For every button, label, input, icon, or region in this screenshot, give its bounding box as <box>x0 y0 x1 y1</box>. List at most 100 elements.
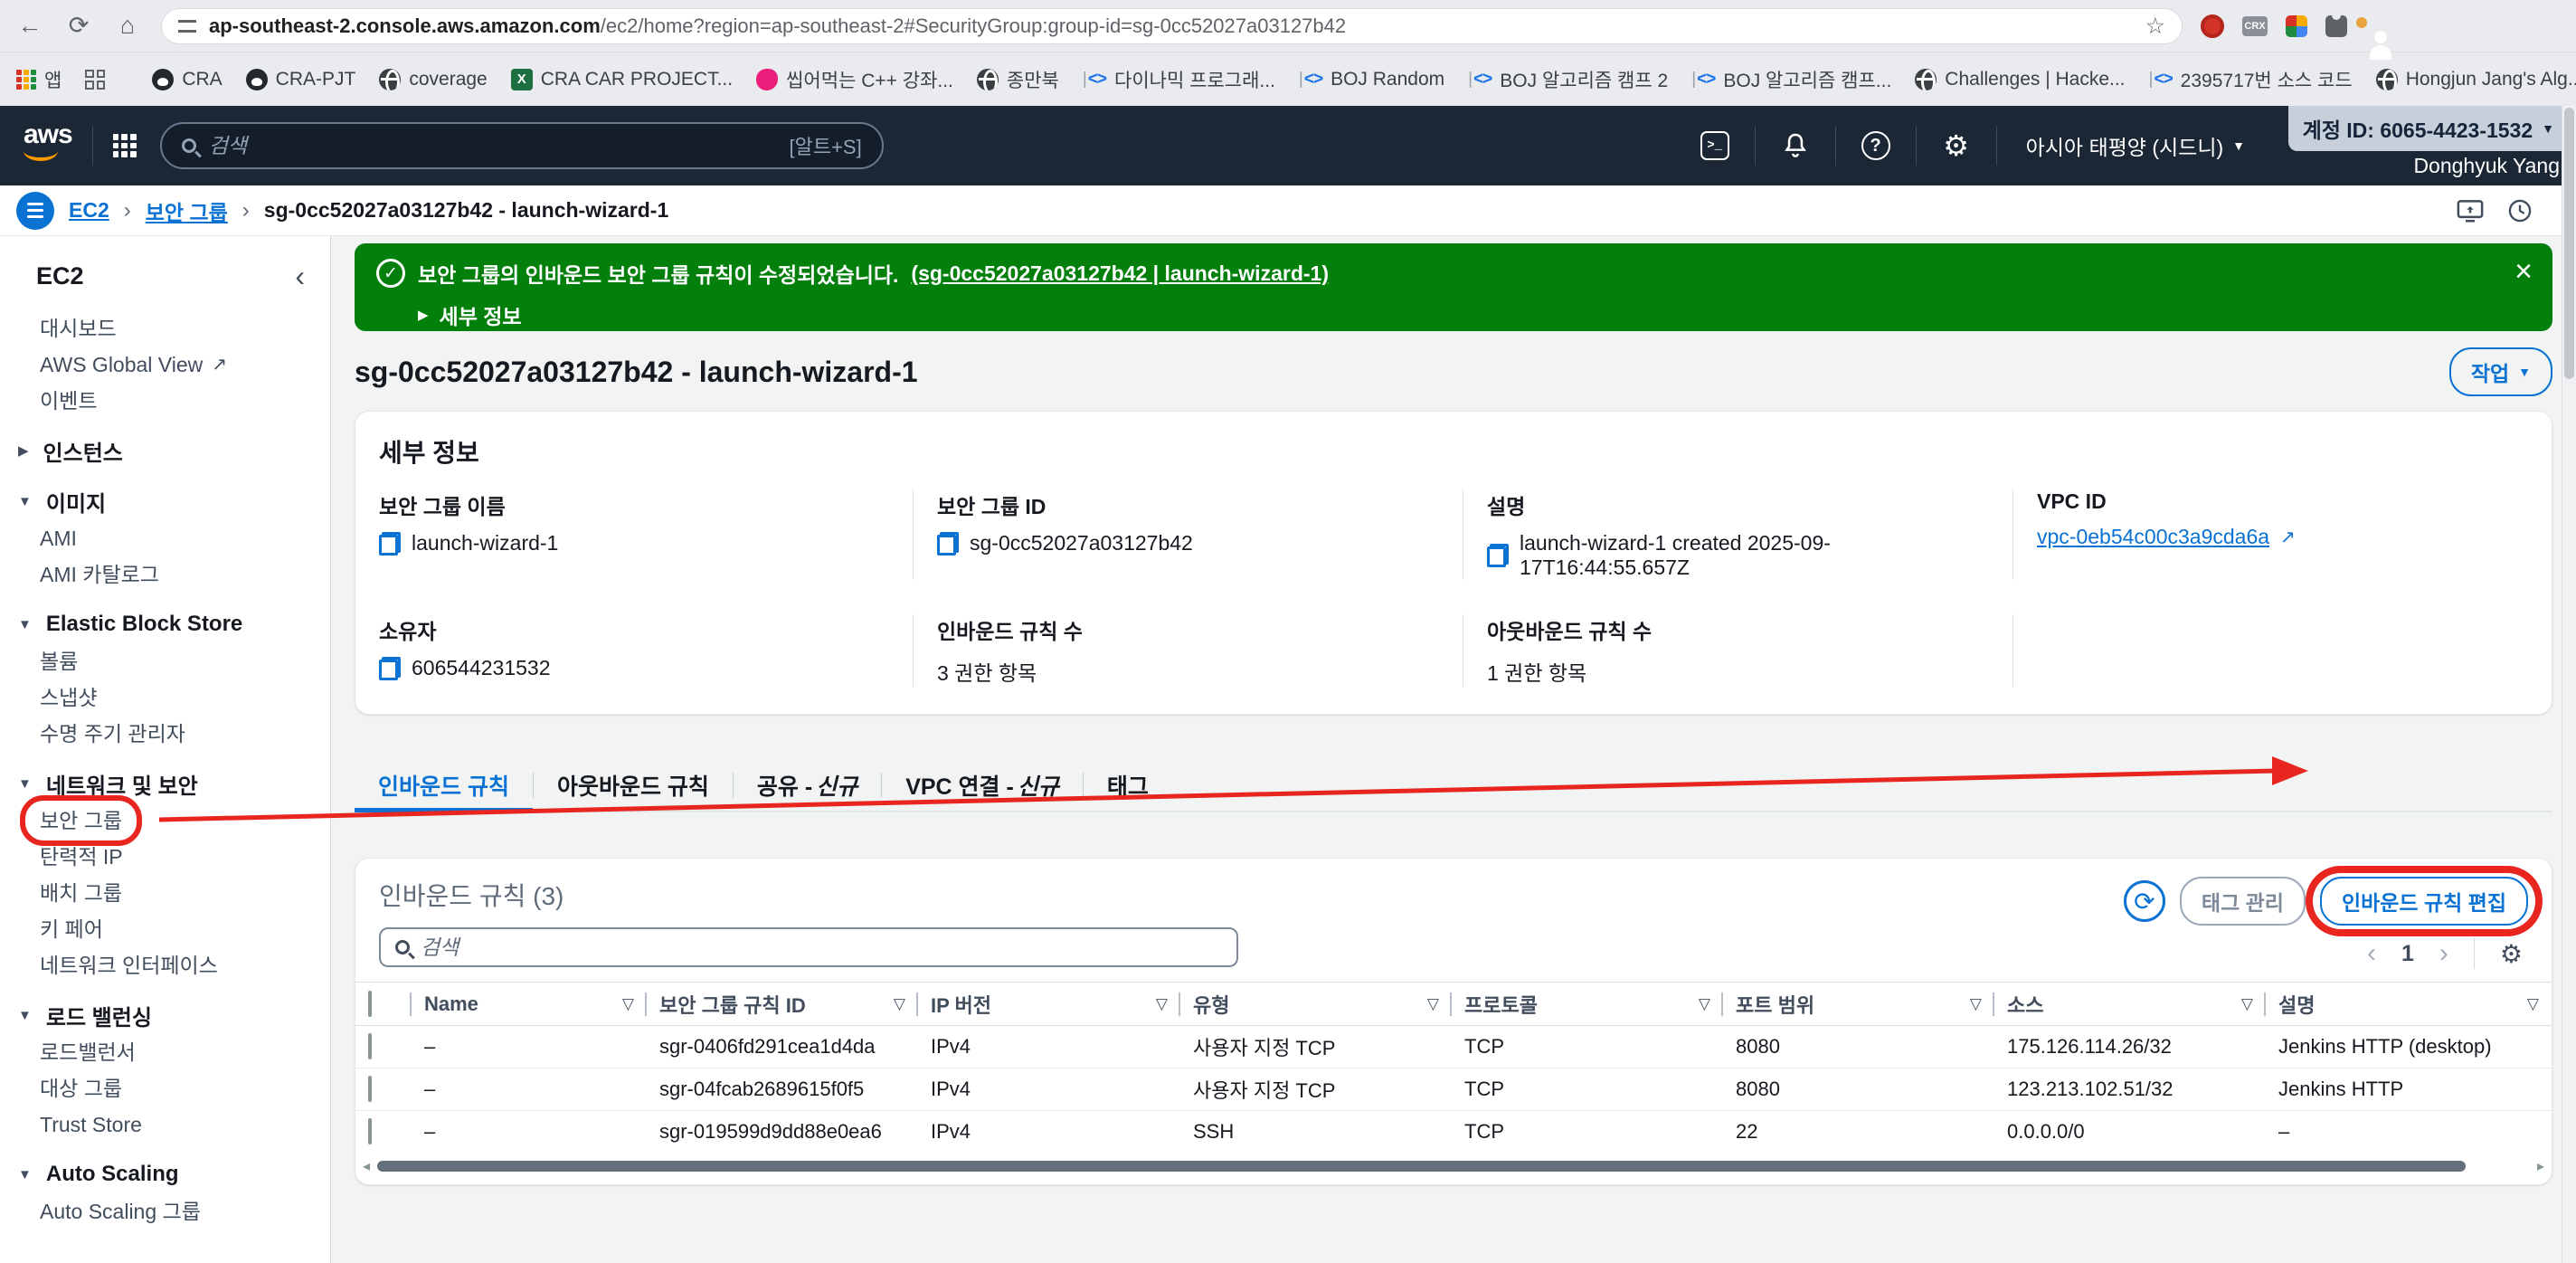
page-scrollbar-thumb[interactable] <box>2564 108 2574 379</box>
sidebar-item-lifecycle-manager[interactable]: 수명 주기 관리자 <box>0 716 330 752</box>
bookmark-item[interactable]: Hongjun Jang's Alg... <box>2376 69 2576 90</box>
hamburger-menu-icon[interactable] <box>16 192 54 230</box>
bookmark-item[interactable]: CRA-PJT <box>246 69 356 90</box>
bookmark-item[interactable]: |<>BOJ Random <box>1299 69 1444 90</box>
sidebar-item-network-interfaces[interactable]: 네트워크 인터페이스 <box>0 947 330 983</box>
aws-logo[interactable]: aws <box>24 124 72 161</box>
sidebar-item-snapshots[interactable]: 스냅샷 <box>0 679 330 716</box>
flashbar-details-toggle[interactable]: ▶ 세부 정보 <box>418 299 2489 330</box>
sidebar-section-images[interactable]: ▼이미지 <box>0 482 330 520</box>
filter-icon[interactable]: ▽ <box>1156 995 1168 1013</box>
bookmark-apps[interactable]: 앱 <box>16 66 62 93</box>
sidebar-item-load-balancers[interactable]: 로드밸런서 <box>0 1034 330 1070</box>
tab-vpc-associations[interactable]: VPC 연결 -신규 <box>882 760 1083 811</box>
page-number[interactable]: 1 <box>2401 941 2414 967</box>
extensions-puzzle-icon[interactable] <box>2325 15 2347 37</box>
table-row[interactable]: – sgr-04fcab2689615f0f5 IPv4 사용자 지정 TCP … <box>355 1068 2552 1111</box>
help-button[interactable]: ? <box>1856 131 1896 160</box>
rules-filter-input[interactable] <box>421 935 1222 960</box>
rules-filter[interactable] <box>379 927 1238 967</box>
site-settings-icon[interactable] <box>178 20 196 33</box>
user-name[interactable]: Donghyuk Yang <box>2413 154 2560 178</box>
copy-icon[interactable] <box>379 532 401 556</box>
tab-inbound-rules[interactable]: 인바운드 규칙 <box>355 760 533 811</box>
sidebar-item-key-pairs[interactable]: 키 페어 <box>0 911 330 947</box>
account-id-dropdown[interactable]: 계정 ID: 6065-4423-1532▼ <box>2288 106 2569 151</box>
select-all-checkbox[interactable] <box>368 991 372 1017</box>
next-page-icon[interactable]: › <box>2439 938 2448 969</box>
bookmark-item[interactable]: |<>BOJ 알고리즘 캠프 2 <box>1468 66 1668 93</box>
sidebar-item-ami-catalog[interactable]: AMI 카탈로그 <box>0 556 330 593</box>
refresh-button[interactable]: ⟳ <box>2124 880 2165 922</box>
region-selector[interactable]: 아시아 태평양 (시드니)▼ <box>2026 130 2245 161</box>
row-checkbox[interactable] <box>368 1033 372 1059</box>
bookmark-item[interactable]: coverage <box>379 69 487 90</box>
refresh-icon[interactable]: ⟳ <box>63 12 94 40</box>
sidebar-item-security-groups[interactable]: 보안 그룹 <box>0 802 330 839</box>
bookmark-item[interactable]: Challenges | Hacke... <box>1915 69 2125 90</box>
tab-sharing[interactable]: 공유 -신규 <box>734 760 881 811</box>
sidebar-section-instances[interactable]: ▶인스턴스 <box>0 432 330 470</box>
scroll-right-icon[interactable]: ▸ <box>2537 1157 2544 1175</box>
back-icon[interactable]: ← <box>14 12 45 40</box>
copy-icon[interactable] <box>379 657 401 680</box>
bookmark-item[interactable]: 씹어먹는 C++ 강좌... <box>756 66 953 93</box>
scrollbar-thumb[interactable] <box>377 1161 2466 1172</box>
sidebar-item-auto-scaling-groups[interactable]: Auto Scaling 그룹 <box>0 1193 330 1230</box>
colorful-extension-icon[interactable] <box>2286 15 2307 37</box>
bookmark-item[interactable]: |<>다이나믹 프로그래... <box>1083 66 1275 93</box>
services-grid-icon[interactable] <box>113 134 137 157</box>
edit-inbound-rules-button[interactable]: 인바운드 규칙 편집 <box>2320 877 2528 926</box>
horizontal-scrollbar[interactable]: ◂ ▸ <box>355 1154 2552 1184</box>
breadcrumb-link-ec2[interactable]: EC2 <box>69 198 109 223</box>
bookmark-windows-grid[interactable] <box>85 70 105 90</box>
filter-icon[interactable]: ▽ <box>1427 995 1439 1013</box>
bookmark-item[interactable]: 종만북 <box>977 66 1059 93</box>
close-icon[interactable]: × <box>2514 256 2533 287</box>
table-settings-gear-icon[interactable]: ⚙ <box>2500 939 2523 969</box>
copy-icon[interactable] <box>1487 544 1509 567</box>
sidebar-item-placement-groups[interactable]: 배치 그룹 <box>0 875 330 911</box>
settings-gear-icon[interactable]: ⚙ <box>1937 128 1976 163</box>
scroll-left-icon[interactable]: ◂ <box>363 1157 370 1175</box>
flashbar-sg-link[interactable]: (sg-0cc52027a03127b42 | launch-wizard-1) <box>911 261 1329 286</box>
history-clock-icon[interactable] <box>2507 198 2533 223</box>
sidebar-item-volumes[interactable]: 볼륨 <box>0 643 330 679</box>
home-icon[interactable]: ⌂ <box>112 12 143 40</box>
address-bar[interactable]: ap-southeast-2.console.aws.amazon.com/ec… <box>161 8 2183 44</box>
notifications-button[interactable] <box>1776 131 1815 160</box>
manage-tags-button[interactable]: 태그 관리 <box>2180 877 2306 926</box>
sidebar-item-ami[interactable]: AMI <box>0 520 330 556</box>
screen-share-icon[interactable] <box>2457 199 2484 223</box>
sidebar-item-dashboard[interactable]: 대시보드 <box>0 310 330 347</box>
copy-icon[interactable] <box>937 532 959 556</box>
actions-button[interactable]: 작업▼ <box>2449 347 2552 396</box>
crx-extension-icon[interactable]: CRX <box>2242 16 2268 36</box>
sidebar-collapse-icon[interactable]: ‹ <box>295 260 305 293</box>
filter-icon[interactable]: ▽ <box>894 995 905 1013</box>
tab-outbound-rules[interactable]: 아웃바운드 규칙 <box>534 760 733 811</box>
table-row[interactable]: – sgr-019599d9dd88e0ea6 IPv4 SSH TCP 22 … <box>355 1111 2552 1154</box>
bookmark-item[interactable]: CRA <box>152 69 222 90</box>
breadcrumb-link-security-groups[interactable]: 보안 그룹 <box>146 195 228 226</box>
filter-icon[interactable]: ▽ <box>2527 995 2539 1013</box>
row-checkbox[interactable] <box>368 1076 372 1102</box>
filter-icon[interactable]: ▽ <box>1970 995 1982 1013</box>
prev-page-icon[interactable]: ‹ <box>2367 938 2376 969</box>
sidebar-section-auto-scaling[interactable]: ▼Auto Scaling <box>0 1155 330 1193</box>
filter-icon[interactable]: ▽ <box>1699 995 1710 1013</box>
sidebar-item-target-groups[interactable]: 대상 그룹 <box>0 1070 330 1106</box>
sidebar-section-ebs[interactable]: ▼Elastic Block Store <box>0 605 330 643</box>
sidebar-item-trust-store[interactable]: Trust Store <box>0 1106 330 1143</box>
filter-icon[interactable]: ▽ <box>2241 995 2253 1013</box>
tab-tags[interactable]: 태그 <box>1084 760 1172 811</box>
filter-icon[interactable]: ▽ <box>622 995 634 1013</box>
bookmark-item[interactable]: XCRA CAR PROJECT... <box>511 69 733 90</box>
bookmark-star-icon[interactable]: ☆ <box>2145 13 2165 40</box>
sidebar-section-load-balancing[interactable]: ▼로드 밸런싱 <box>0 996 330 1034</box>
bookmark-item[interactable]: |<>2395717번 소스 코드 <box>2149 66 2353 93</box>
page-scrollbar[interactable] <box>2562 106 2576 1263</box>
adblock-extension-icon[interactable] <box>2201 14 2224 38</box>
sidebar-item-events[interactable]: 이벤트 <box>0 383 330 419</box>
sidebar-item-aws-global-view[interactable]: AWS Global View↗ <box>0 347 330 383</box>
